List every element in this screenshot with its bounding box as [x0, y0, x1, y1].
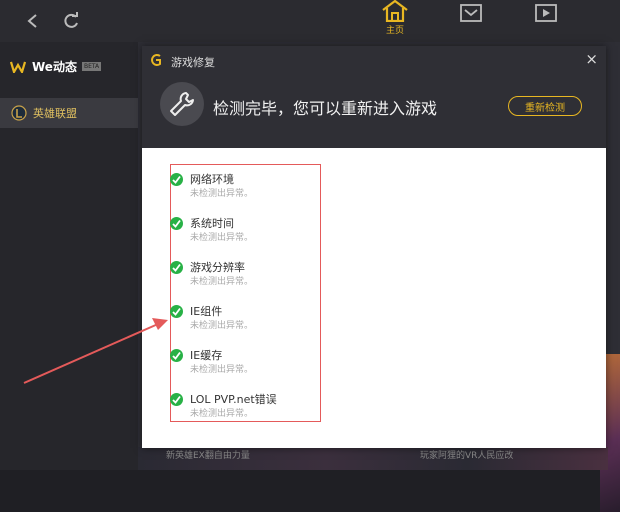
check-item-name: LOL PVP.net错误	[190, 393, 277, 406]
list-item: LOL PVP.net错误 未检测出异常。	[170, 385, 319, 425]
inbox-icon	[460, 4, 482, 22]
check-item-status: 未检测出异常。	[190, 321, 254, 331]
list-item: IE组件 未检测出异常。	[170, 297, 319, 337]
repair-status-badge	[160, 82, 204, 126]
home-icon	[382, 0, 408, 22]
check-circle-icon	[170, 173, 183, 186]
list-item: 网络环境 未检测出异常。	[170, 165, 319, 205]
check-item-status: 未检测出异常。	[190, 409, 254, 419]
dialog-header: 游戏修复 × 检测完毕，您可以重新进入游戏 重新检测	[142, 46, 606, 148]
check-item-status: 未检测出异常。	[190, 365, 254, 375]
redetect-button[interactable]: 重新检测	[508, 96, 582, 116]
check-circle-icon	[170, 217, 183, 230]
sidebar-item-league-of-legends[interactable]: 英雄联盟	[0, 98, 138, 128]
tab-video[interactable]	[526, 0, 566, 42]
check-item-name: IE组件	[190, 305, 223, 318]
background-caption: 玩家阿狸的VR人民应改	[420, 451, 514, 461]
g-logo-icon	[151, 54, 161, 66]
game-repair-dialog: 游戏修复 × 检测完毕，您可以重新进入游戏 重新检测 网络环境 未检测出异常。 …	[142, 46, 606, 448]
league-of-legends-icon	[11, 105, 27, 121]
brand-name: We动态	[32, 60, 77, 74]
check-item-status: 未检测出异常。	[190, 277, 254, 287]
wrench-icon	[170, 92, 194, 116]
check-item-name: 游戏分辨率	[190, 261, 245, 274]
list-item: 系统时间 未检测出异常。	[170, 209, 319, 249]
brand[interactable]: We动态 BETA	[10, 58, 102, 75]
check-circle-icon	[170, 393, 183, 406]
check-results-list: 网络环境 未检测出异常。 系统时间 未检测出异常。 游戏分辨率 未检测出异常。 …	[170, 164, 321, 422]
we-logo-icon	[10, 61, 26, 73]
background-caption: 新英雄EX翻自由力量	[166, 451, 250, 461]
tab-inbox[interactable]	[451, 0, 491, 42]
sidebar-item-label: 英雄联盟	[33, 107, 77, 120]
detection-result-headline: 检测完毕，您可以重新进入游戏	[213, 99, 438, 118]
dialog-title: 游戏修复	[171, 56, 215, 69]
list-item: IE缓存 未检测出异常。	[170, 341, 319, 381]
check-circle-icon	[170, 261, 183, 274]
beta-badge: BETA	[81, 62, 102, 71]
check-circle-icon	[170, 305, 183, 318]
check-item-name: IE缓存	[190, 349, 223, 362]
video-icon	[535, 4, 557, 22]
tab-home-label: 主页	[385, 26, 404, 36]
list-item: 游戏分辨率 未检测出异常。	[170, 253, 319, 293]
refresh-icon	[64, 12, 78, 28]
check-item-name: 网络环境	[190, 173, 234, 186]
check-item-status: 未检测出异常。	[190, 233, 254, 243]
top-bar: 主页	[0, 0, 620, 42]
check-circle-icon	[170, 349, 183, 362]
check-item-name: 系统时间	[190, 217, 234, 230]
back-button[interactable]	[20, 8, 46, 34]
sidebar: We动态 BETA 英雄联盟	[0, 42, 138, 470]
close-button[interactable]: ×	[585, 50, 598, 68]
chevron-left-icon	[27, 14, 37, 28]
refresh-button[interactable]	[58, 8, 84, 34]
tab-home[interactable]: 主页	[375, 0, 415, 42]
check-item-status: 未检测出异常。	[190, 189, 254, 199]
